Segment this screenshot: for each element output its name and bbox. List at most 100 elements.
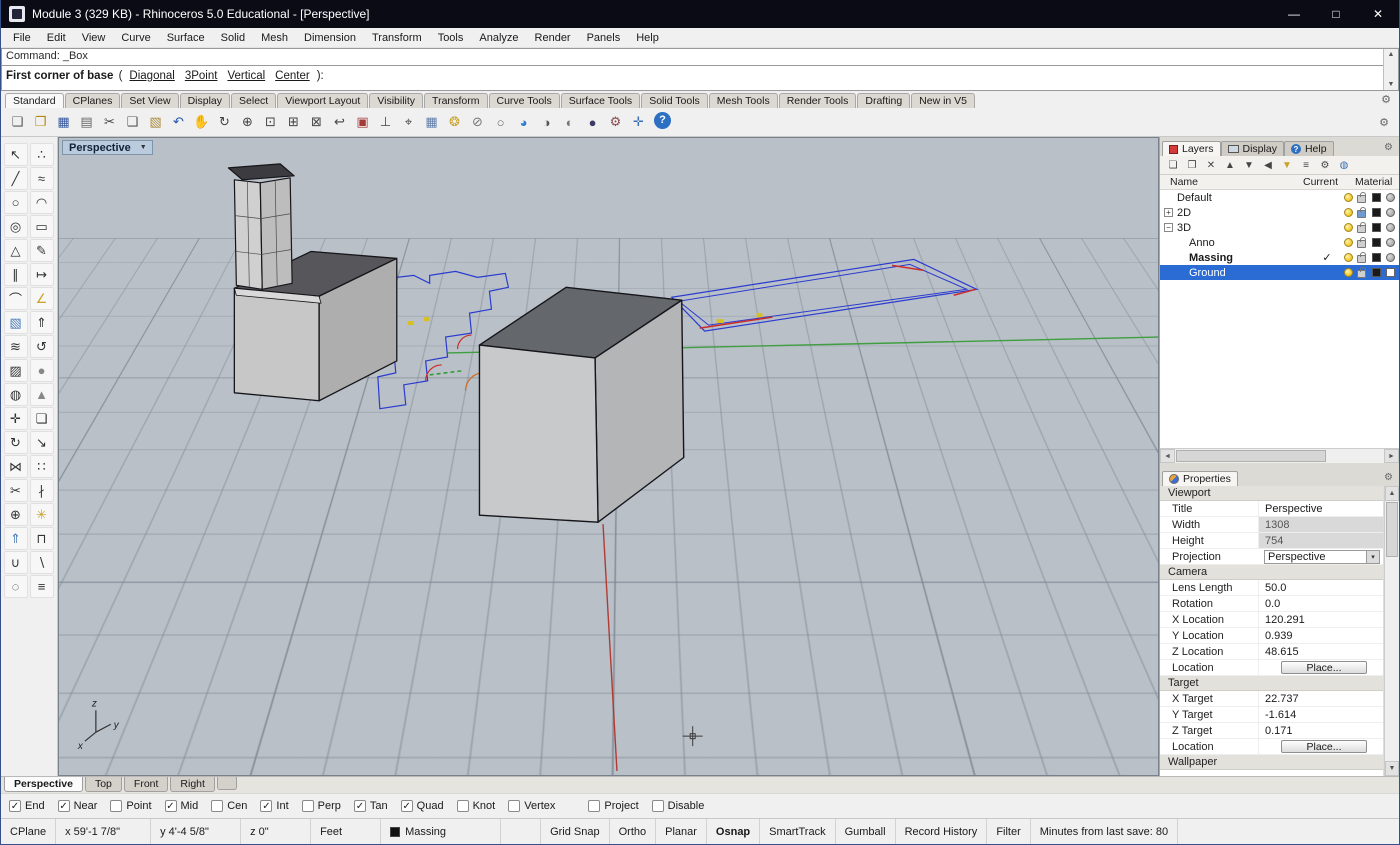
layer-color-swatch[interactable]	[1372, 238, 1381, 247]
osnap-disable[interactable]: Disable	[652, 800, 705, 812]
viewport-tab-top[interactable]: Top	[85, 777, 122, 792]
menu-analyze[interactable]: Analyze	[471, 30, 526, 46]
split-icon[interactable]: ∤	[30, 479, 54, 502]
massing-tower[interactable]	[228, 164, 294, 289]
lamp-icon[interactable]: ❂	[444, 112, 465, 133]
checkbox-cen[interactable]	[211, 800, 223, 812]
status-record-history[interactable]: Record History	[896, 819, 988, 844]
toolbar-tab-display[interactable]: Display	[180, 93, 230, 108]
layer-lock-icon[interactable]	[1357, 240, 1366, 248]
dropdown-chevron-icon[interactable]: ▾	[1366, 551, 1379, 563]
options-icon[interactable]: ⚙	[605, 112, 626, 133]
layer-color-swatch[interactable]	[1372, 208, 1381, 217]
toolbar-help-icon[interactable]: ?	[654, 112, 671, 129]
osnap-quad[interactable]: ✓Quad	[401, 800, 444, 812]
toolbar-tab-curve-tools[interactable]: Curve Tools	[489, 93, 560, 108]
checkbox-project[interactable]	[588, 800, 600, 812]
command-prompt[interactable]: First corner of base (Diagonal3PointVert…	[1, 65, 1399, 91]
layer-row-anno[interactable]: Anno	[1160, 235, 1399, 250]
menu-surface[interactable]: Surface	[159, 30, 213, 46]
menu-view[interactable]: View	[74, 30, 114, 46]
new-sublayer-icon[interactable]: ❐	[1184, 157, 1200, 173]
toolbar-tab-viewport-layout[interactable]: Viewport Layout	[277, 93, 368, 108]
zoom-extents-icon[interactable]: ⊞	[283, 112, 304, 133]
rectangle-icon[interactable]: ▭	[30, 215, 54, 238]
copy-icon[interactable]: ❑	[122, 112, 143, 133]
tab-help[interactable]: ? Help	[1284, 141, 1334, 156]
text-icon[interactable]: ✎	[30, 239, 54, 262]
viewport-title[interactable]: Perspective ▼	[62, 140, 153, 155]
collapse-all-icon[interactable]: ◀	[1260, 157, 1276, 173]
status-x-59-1-7-8[interactable]: x 59'-1 7/8"	[56, 819, 151, 844]
layer-material-swatch[interactable]	[1386, 238, 1395, 247]
layer-material-swatch[interactable]	[1386, 208, 1395, 217]
command-history[interactable]: Command: _Box	[1, 48, 1399, 65]
paste-icon[interactable]: ▧	[145, 112, 166, 133]
checkbox-point[interactable]	[110, 800, 122, 812]
hide-icon[interactable]: ◌	[4, 575, 28, 598]
status-feet[interactable]: Feet	[311, 819, 381, 844]
property-value[interactable]: -1.614	[1258, 707, 1383, 722]
layer-expander-icon[interactable]: +	[1164, 208, 1173, 217]
tab-properties[interactable]: Properties	[1162, 471, 1238, 486]
osnap-tan[interactable]: ✓Tan	[354, 800, 388, 812]
command-option-vertical[interactable]: Vertical	[227, 70, 265, 82]
cone-icon[interactable]: ▲	[30, 383, 54, 406]
layer-lock-icon[interactable]	[1357, 270, 1366, 278]
checkbox-end[interactable]: ✓	[9, 800, 21, 812]
scroll-right-icon[interactable]: ►	[1384, 449, 1399, 463]
rotate-view-icon[interactable]: ↻	[214, 112, 235, 133]
layer-row-massing[interactable]: Massing✓	[1160, 250, 1399, 265]
polyline-icon[interactable]: ╱	[4, 167, 28, 190]
toolbar-tab-visibility[interactable]: Visibility	[369, 93, 423, 108]
viewport-title-dropdown-icon[interactable]: ▼	[138, 144, 149, 151]
rotate-icon[interactable]: ↻	[4, 431, 28, 454]
command-option-diagonal[interactable]: Diagonal	[129, 70, 174, 82]
layer-lock-icon[interactable]	[1357, 225, 1366, 233]
toolbar-tab-transform[interactable]: Transform	[424, 93, 487, 108]
box-icon[interactable]: ▨	[4, 359, 28, 382]
toolbar-tab-select[interactable]: Select	[231, 93, 276, 108]
menu-mesh[interactable]: Mesh	[253, 30, 296, 46]
toolbar-tab-new-in-v5[interactable]: New in V5	[911, 93, 975, 108]
status-massing[interactable]: Massing	[381, 819, 501, 844]
property-value[interactable]: 48.615	[1258, 644, 1383, 659]
layer-visibility-bulb-icon[interactable]	[1344, 223, 1353, 232]
layer-visibility-bulb-icon[interactable]	[1344, 208, 1353, 217]
checkbox-disable[interactable]	[652, 800, 664, 812]
filter-icon[interactable]: ▼	[1279, 157, 1295, 173]
status-osnap[interactable]: Osnap	[707, 819, 760, 844]
menu-dimension[interactable]: Dimension	[296, 30, 364, 46]
osnap-mid[interactable]: ✓Mid	[165, 800, 199, 812]
layer-row-default[interactable]: Default	[1160, 190, 1399, 205]
status-minutes-from-last-save-80[interactable]: Minutes from last save: 80	[1031, 819, 1178, 844]
checkbox-vertex[interactable]	[508, 800, 520, 812]
layer-visibility-bulb-icon[interactable]	[1344, 268, 1353, 277]
menu-curve[interactable]: Curve	[113, 30, 158, 46]
layer-color-swatch[interactable]	[1372, 253, 1381, 262]
extrude-solid-icon[interactable]: ⇑	[4, 527, 28, 550]
extrude-icon[interactable]: ⇑	[30, 311, 54, 334]
status-z-0[interactable]: z 0"	[241, 819, 311, 844]
massing-box-large[interactable]	[479, 287, 683, 522]
checkbox-tan[interactable]: ✓	[354, 800, 366, 812]
boolean-difference-icon[interactable]: ∖	[30, 551, 54, 574]
property-value[interactable]: 22.737	[1258, 691, 1383, 706]
viewport-tab-new[interactable]	[217, 777, 237, 790]
menu-panels[interactable]: Panels	[579, 30, 629, 46]
ribbon-gear-icon[interactable]: ⚙	[1377, 93, 1395, 106]
array-icon[interactable]: ∷	[30, 455, 54, 478]
undo-icon[interactable]: ↶	[168, 112, 189, 133]
menu-file[interactable]: File	[5, 30, 39, 46]
layer-tools-icon[interactable]: ⚙	[1317, 157, 1333, 173]
toolbar-tab-cplanes[interactable]: CPlanes	[65, 93, 121, 108]
cylinder-icon[interactable]: ◍	[4, 383, 28, 406]
minimize-button[interactable]: —	[1273, 0, 1315, 28]
scroll-up-icon[interactable]: ▲	[1385, 486, 1399, 501]
toolbar-gear-icon[interactable]: ⚙	[1375, 116, 1393, 129]
status-smarttrack[interactable]: SmartTrack	[760, 819, 835, 844]
osnap-knot[interactable]: Knot	[457, 800, 496, 812]
status-y-4-4-5-8[interactable]: y 4'-4 5/8"	[151, 819, 241, 844]
layer-material-swatch[interactable]	[1386, 268, 1395, 277]
explode-icon[interactable]: ✳	[30, 503, 54, 526]
